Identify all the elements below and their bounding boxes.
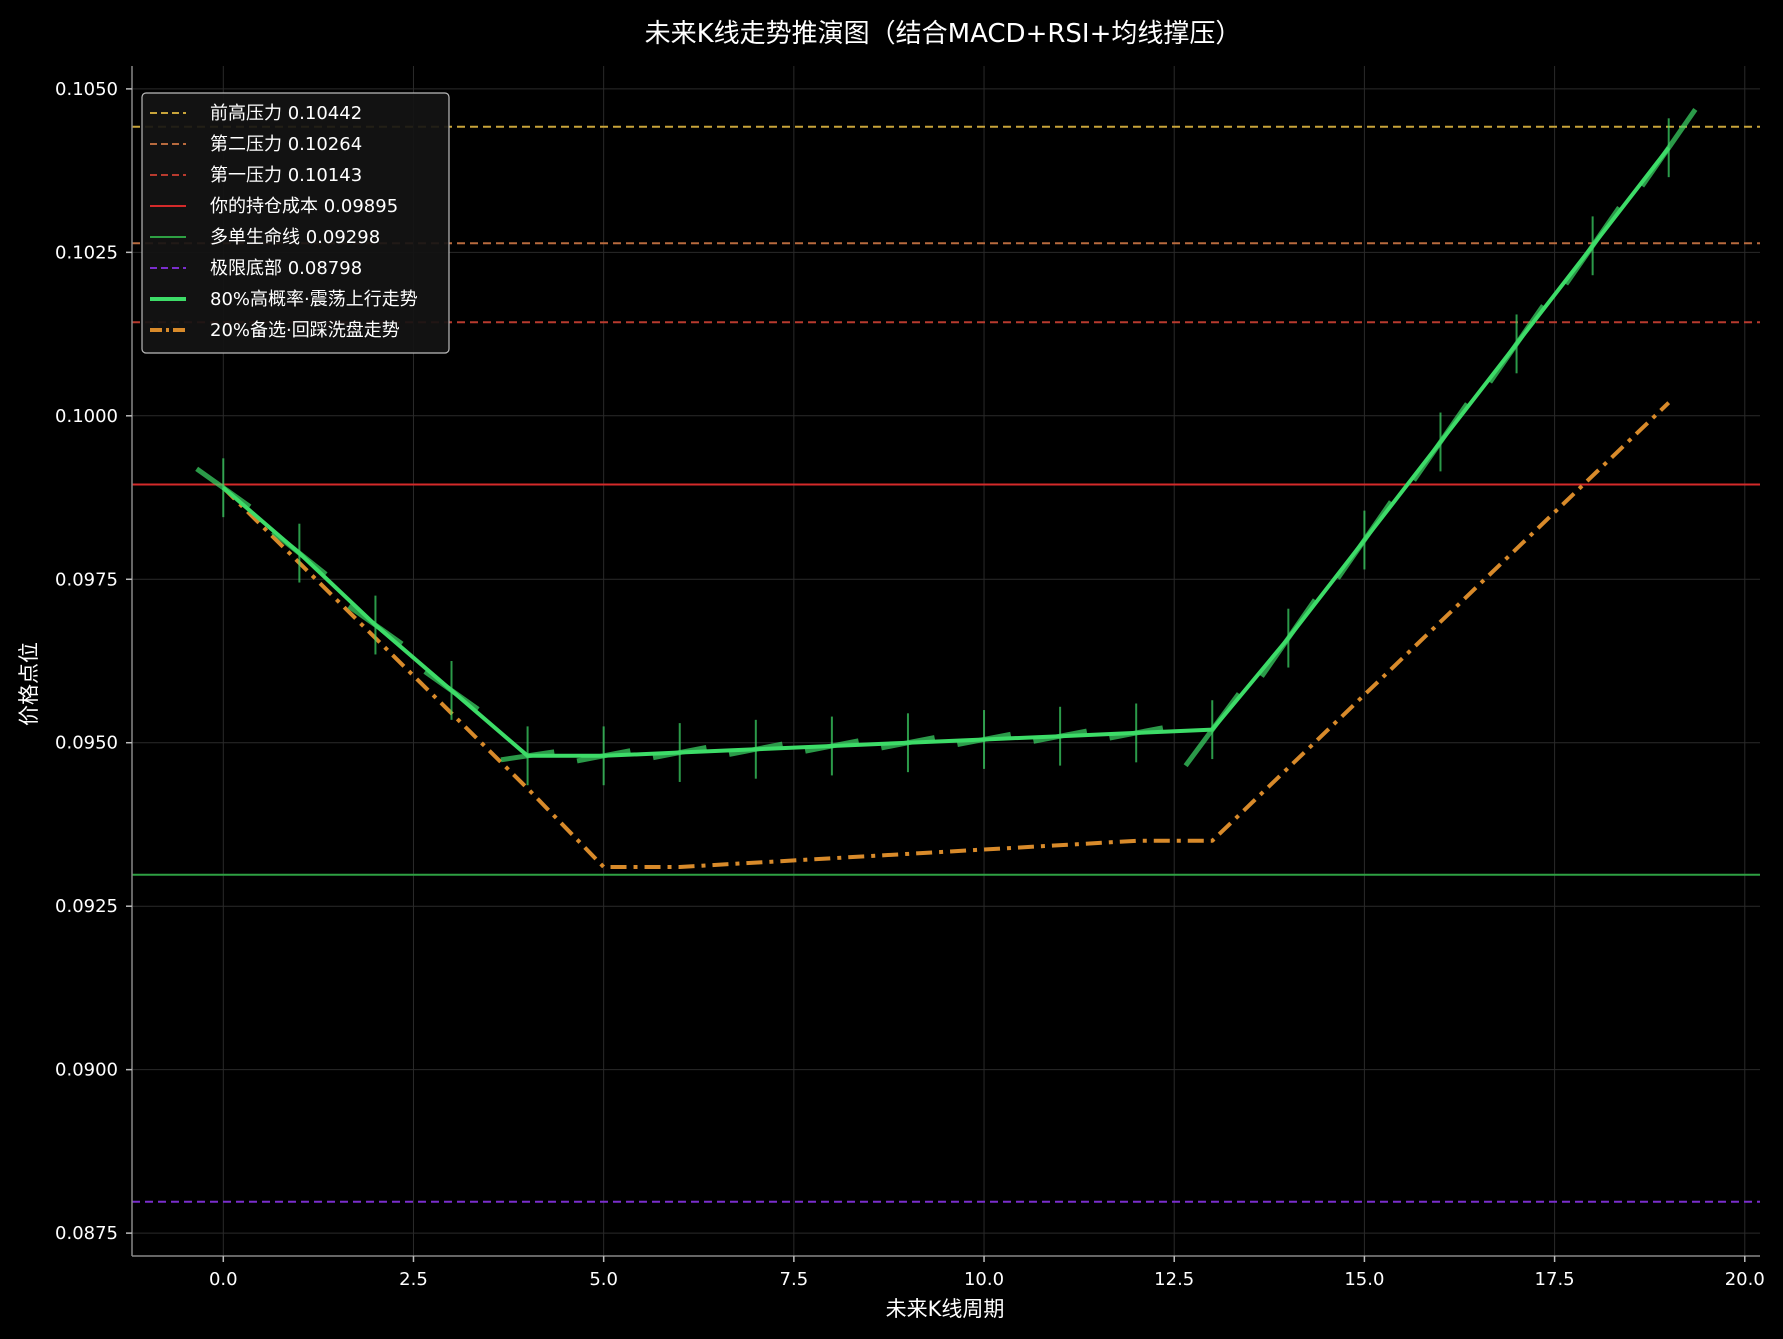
legend-box [141,92,450,354]
x-tick-label: 0.0 [209,1269,238,1290]
y-tick-label: 0.0950 [55,733,118,754]
y-tick-label: 0.0975 [55,569,118,590]
x-tick-label: 2.5 [399,1269,428,1290]
x-tick-label: 17.5 [1535,1269,1575,1290]
y-tick-label: 0.0900 [55,1060,118,1081]
y-tick-label: 0.0875 [55,1223,118,1244]
legend-label: 80%高概率·震荡上行走势 [210,289,418,310]
y-tick-label: 0.0925 [55,896,118,917]
y-tick-label: 0.1000 [55,406,118,427]
legend: 前高压力 0.10442 第二压力 0.10264 第一压力 0.10143 你的持仓… [141,92,450,354]
legend-label: 极限底部 0.08798 [210,258,362,279]
chart: 未来K线走势推演图（结合MACD+RSI+均线撑压） 未来K线周期 价格点位 0… [0,0,1783,1335]
chart-title: 未来K线走势推演图（结合MACD+RSI+均线撑压） [645,19,1242,49]
x-tick-label: 15.0 [1344,1269,1384,1290]
legend-label: 多单生命线 0.09298 [210,227,380,248]
x-tick-label: 7.5 [780,1269,809,1290]
y-tick-label: 0.1025 [55,242,118,263]
legend-label: 你的持仓成本 0.09895 [210,196,398,217]
legend-label: 第二压力 0.10264 [210,134,362,155]
x-axis-label: 未来K线周期 [886,1297,1005,1321]
x-tick-label: 10.0 [964,1269,1004,1290]
legend-label: 第一压力 0.10143 [210,165,362,186]
x-tick-label: 20.0 [1725,1269,1765,1290]
legend-label: 20%备选·回踩洗盘走势 [210,320,400,341]
y-axis-label: 价格点位 [17,642,41,726]
x-tick-label: 12.5 [1154,1269,1194,1290]
y-tick-label: 0.1050 [55,79,118,100]
x-tick-label: 5.0 [589,1269,618,1290]
legend-label: 前高压力 0.10442 [210,103,362,124]
